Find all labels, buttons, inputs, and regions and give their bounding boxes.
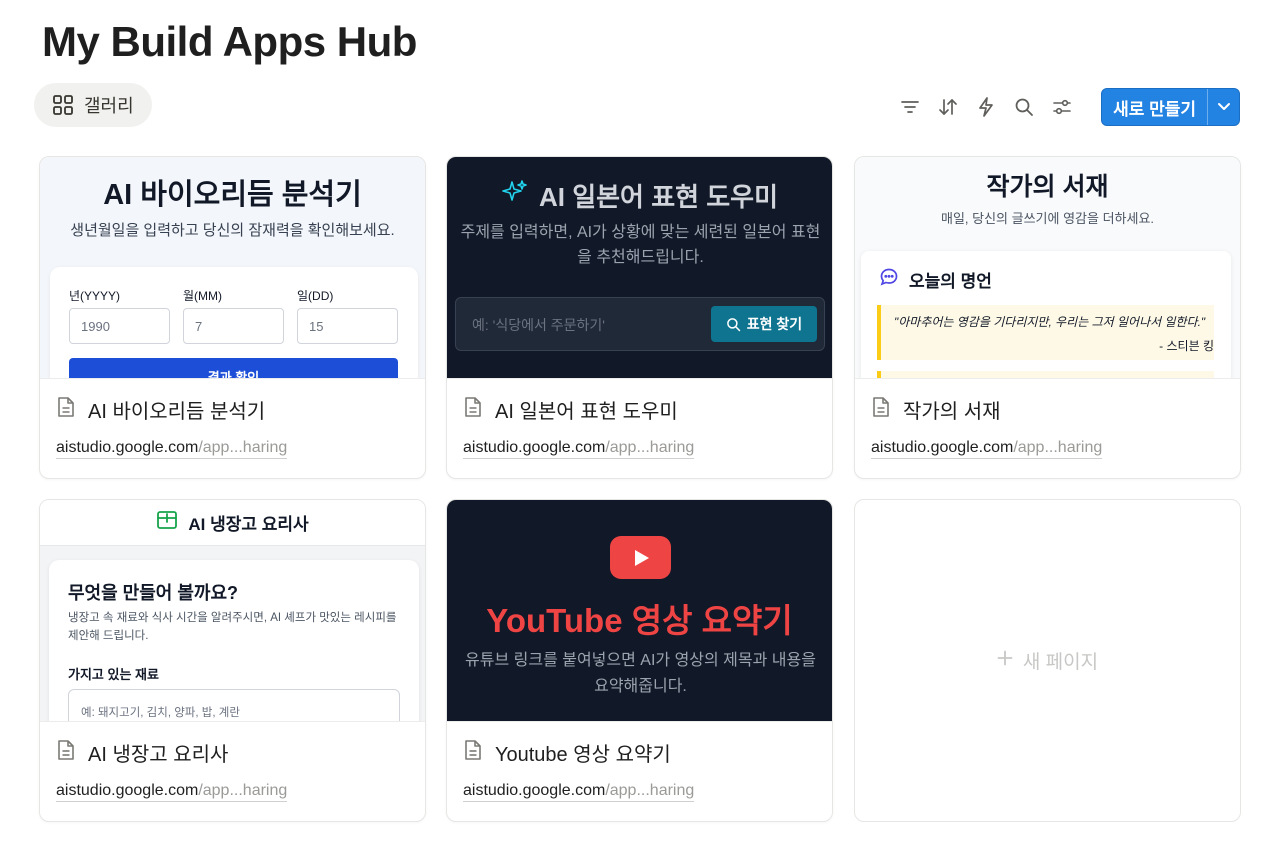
preview-heading-row: AI 일본어 표현 도우미 [447,177,832,214]
card-meta: AI 바이오리듬 분석기 aistudio.google.com/app...h… [40,379,425,478]
quote-block [877,371,1214,378]
page-icon [56,396,76,424]
card-url[interactable]: aistudio.google.com/app...haring [463,782,695,802]
quote-block: "아마추어는 영감을 기다리지만, 우리는 그저 일어나서 일한다." - 스티… [877,305,1214,360]
page-icon [463,739,483,767]
card-url[interactable]: aistudio.google.com/app...haring [56,439,288,459]
plus-icon [997,650,1013,672]
lightning-icon[interactable] [973,88,999,126]
card-title-row: AI 바이오리듬 분석기 [56,395,265,424]
quote-author: - 스티븐 킹 [1159,339,1214,353]
card-title: AI 냉장고 요리사 [88,744,229,766]
card-title-row: Youtube 영상 요약기 [463,738,671,767]
gallery-card[interactable]: AI 바이오리듬 분석기 생년월일을 입력하고 당신의 잠재력을 확인해보세요.… [39,156,426,479]
quote-panel-title-row: 오늘의 명언 [879,267,992,292]
search-icon [726,317,741,331]
card-preview: YouTube 영상 요약기 유튜브 링크를 붙여넣으면 AI가 영상의 제목과… [447,500,832,722]
new-page-label: 새 페이지 [1022,652,1099,673]
page-icon [871,396,891,424]
page-title: My Build Apps Hub [42,18,417,65]
gallery-card[interactable]: YouTube 영상 요약기 유튜브 링크를 붙여넣으면 AI가 영상의 제목과… [446,499,833,822]
card-preview: 작가의 서재 매일, 당신의 글쓰기에 영감을 더하세요. 오늘의 명언 "아마… [855,157,1240,379]
card-url[interactable]: aistudio.google.com/app...haring [871,439,1103,459]
card-preview: AI 일본어 표현 도우미 주제를 입력하면, AI가 상황에 맞는 세련된 일… [447,157,832,379]
ingredients-input: 예: 돼지고기, 김치, 양파, 밥, 계란 [68,689,400,721]
preview-subtitle: 유튜브 링크를 붙여넣으면 AI가 영상의 제목과 내용을 요약해줍니다. [465,652,816,695]
search-icon[interactable] [1011,88,1037,126]
month-input: 7 [183,308,284,344]
new-button-group: 새로 만들기 [1101,88,1240,126]
preview-header: AI 냉장고 요리사 [40,500,425,546]
gallery-card[interactable]: 작가의 서재 매일, 당신의 글쓰기에 영감을 더하세요. 오늘의 명언 "아마… [854,156,1241,479]
card-title: Youtube 영상 요약기 [495,744,671,766]
fridge-icon [156,509,178,536]
card-title-row: AI 냉장고 요리사 [56,738,228,767]
recipe-form-title: 무엇을 만들어 볼까요? [68,583,239,603]
gallery-view-tab[interactable]: 갤러리 [34,83,152,127]
page-icon [463,396,483,424]
database-toolbar: 새로 만들기 [897,88,1240,126]
quote-panel: 오늘의 명언 "아마추어는 영감을 기다리지만, 우리는 그저 일어나서 일한다… [861,251,1231,378]
filter-icon[interactable] [897,88,923,126]
settings-sliders-icon[interactable] [1049,88,1075,126]
topic-search-box: 예: '식당에서 주문하기' 표현 찾기 [455,297,825,351]
preview-heading: AI 일본어 표현 도우미 [538,182,779,212]
card-title: AI 일본어 표현 도우미 [495,401,678,423]
recipe-form: 무엇을 만들어 볼까요? 냉장고 속 재료와 식사 시간을 알려주시면, AI … [49,560,419,721]
preview-subtitle: 주제를 입력하면, AI가 상황에 맞는 세련된 일본어 표현을 추천해드립니다… [460,224,821,266]
preview-heading: YouTube 영상 요약기 [486,602,793,639]
card-url[interactable]: aistudio.google.com/app...haring [463,439,695,459]
day-input: 15 [297,308,398,344]
quote-text: "아마추어는 영감을 기다리지만, 우리는 그저 일어나서 일한다." [894,315,1206,329]
sort-icon[interactable] [935,88,961,126]
grid-icon [52,94,74,116]
year-input: 1990 [69,308,170,344]
card-meta: 작가의 서재 aistudio.google.com/app...haring [855,379,1240,478]
card-title-row: 작가의 서재 [871,395,1001,424]
card-meta: AI 일본어 표현 도우미 aistudio.google.com/app...… [447,379,832,478]
new-page-card[interactable]: 새 페이지 [854,499,1241,822]
page-icon [56,739,76,767]
preview-subtitle: 매일, 당신의 글쓰기에 영감을 더하세요. [940,211,1155,226]
card-meta: Youtube 영상 요약기 aistudio.google.com/app..… [447,722,832,821]
new-button[interactable]: 새로 만들기 [1102,89,1207,125]
quote-panel-title: 오늘의 명언 [909,272,992,291]
birthdate-form: 년(YYYY) 월(MM) 일(DD) 1990 7 15 결과 확인 [50,267,418,378]
sparkle-icon [501,178,529,213]
recipe-form-description: 냉장고 속 재료와 식사 시간을 알려주시면, AI 셰프가 맛있는 레시피를 … [68,612,397,642]
card-preview: AI 바이오리듬 분석기 생년월일을 입력하고 당신의 잠재력을 확인해보세요.… [40,157,425,379]
topic-input-placeholder: 예: '식당에서 주문하기' [472,317,605,333]
preview-heading: 작가의 서재 [986,173,1109,201]
card-url[interactable]: aistudio.google.com/app...haring [56,782,288,802]
month-label: 월(MM) [183,289,223,303]
card-preview: AI 냉장고 요리사 무엇을 만들어 볼까요? 냉장고 속 재료와 식사 시간을… [40,500,425,722]
card-meta: AI 냉장고 요리사 aistudio.google.com/app...har… [40,722,425,821]
gallery-card[interactable]: AI 냉장고 요리사 무엇을 만들어 볼까요? 냉장고 속 재료와 식사 시간을… [39,499,426,822]
ingredients-label: 가지고 있는 재료 [68,667,159,682]
day-label: 일(DD) [297,289,334,303]
card-title: AI 바이오리듬 분석기 [88,401,266,423]
chat-bubble-icon [879,267,899,292]
find-expression-button: 표현 찾기 [711,306,817,342]
youtube-play-icon [610,536,671,579]
new-page-button[interactable]: 새 페이지 [855,500,1240,821]
chevron-down-icon[interactable] [1207,89,1239,125]
year-label: 년(YYYY) [69,289,121,303]
view-tab-label: 갤러리 [84,96,134,116]
preview-subtitle: 생년월일을 입력하고 당신의 잠재력을 확인해보세요. [70,222,395,239]
preview-heading: AI 바이오리듬 분석기 [103,179,362,211]
card-title: 작가의 서재 [903,401,1001,423]
gallery-card[interactable]: AI 일본어 표현 도우미 주제를 입력하면, AI가 상황에 맞는 세련된 일… [446,156,833,479]
submit-button: 결과 확인 [69,358,398,378]
card-title-row: AI 일본어 표현 도우미 [463,395,678,424]
preview-header-title: AI 냉장고 요리사 [188,515,309,534]
